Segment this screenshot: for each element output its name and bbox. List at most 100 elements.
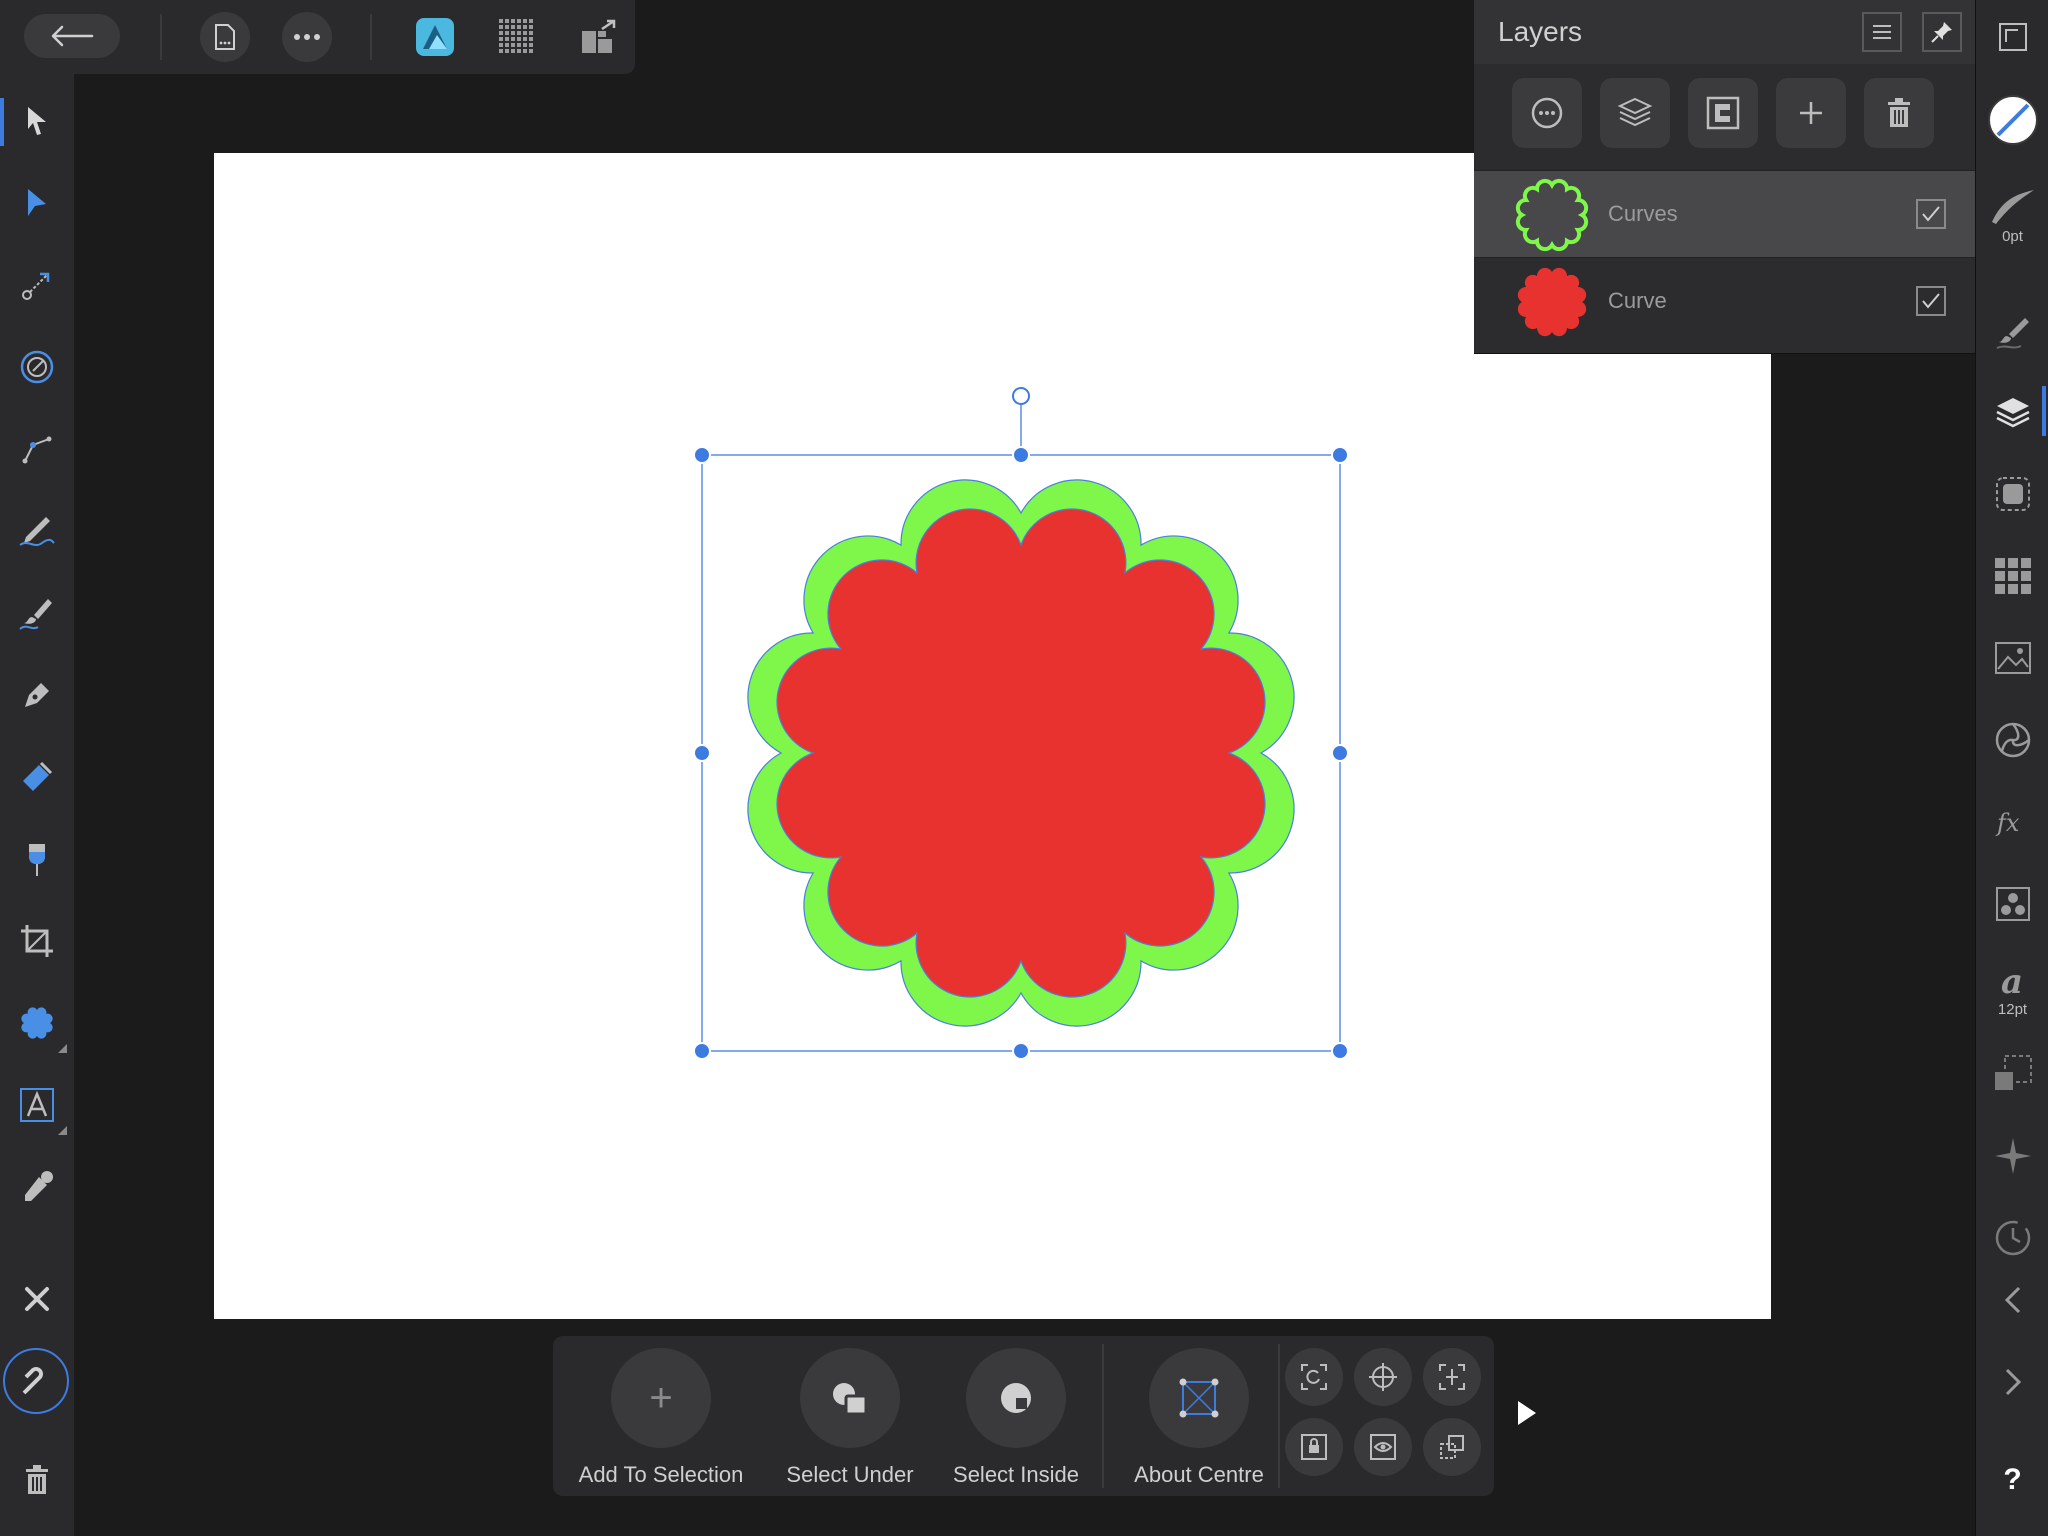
layers-icon [1995,394,2031,430]
mask-layer-button[interactable] [1688,78,1758,148]
toolbar-divider [160,14,162,60]
select-under-icon [830,1380,870,1416]
visibility-checkbox[interactable] [1916,199,1946,229]
transform-objects-button[interactable] [1423,1418,1481,1476]
eye-frame-icon [1368,1432,1398,1462]
layers-studio-button[interactable] [1976,382,2048,442]
node-tool[interactable] [7,173,67,233]
more-circle-icon [1530,96,1564,130]
collapse-studio-button[interactable] [1976,1270,2048,1330]
document-menu-button[interactable] [200,12,250,62]
text-studio-button[interactable]: a 12pt [1976,950,2048,1030]
svg-text:fx: fx [1995,809,2020,837]
color-swatch-button[interactable] [1976,90,2048,150]
fill-tool[interactable] [7,747,67,807]
designer-persona-button[interactable] [410,12,460,62]
add-to-selection-circle: + [611,1348,711,1448]
crop-tool[interactable] [7,911,67,971]
fullscreen-icon [1998,22,2028,52]
fill-pen-tool-icon [19,677,55,713]
layer-row-curve[interactable]: Curve [1474,257,1975,344]
select-under-button[interactable]: Select Under [760,1348,940,1488]
swatches-grid-icon [1994,558,2031,594]
corner-tool[interactable] [7,337,67,397]
plus-icon: + [649,1375,673,1420]
trash-icon [1887,98,1911,128]
add-to-selection-button[interactable]: + Add To Selection [561,1348,761,1488]
layers-stack-icon [1617,96,1653,130]
preview-button[interactable] [1354,1418,1412,1476]
pencil-tool[interactable] [7,501,67,561]
effects-studio-button[interactable]: fx [1976,792,2048,852]
pin-panel-button[interactable] [1922,12,1962,52]
more-menu-button[interactable] [282,12,332,62]
layer-options-button[interactable] [1512,78,1582,148]
stroke-button[interactable]: 0pt [1976,175,2048,255]
navigator-studio-button[interactable] [1976,1126,2048,1186]
handle-bottom [1012,1042,1030,1060]
about-centre-button[interactable]: About Centre [1109,1348,1289,1488]
appearance-icon [1994,475,2032,513]
panel-menu-button[interactable] [1862,12,1902,52]
point-transform-tool-icon [20,268,54,302]
point-transform-tool[interactable] [7,255,67,315]
top-toolbar [0,0,635,74]
layer-row-curves[interactable]: Curves [1474,170,1975,257]
export-persona-icon [580,19,618,55]
visibility-checkbox[interactable] [1916,286,1946,316]
lock-children-button[interactable] [1285,1418,1343,1476]
arrange-studio-button[interactable] [1976,1044,2048,1104]
layer-name: Curve [1608,288,1667,313]
delete-button[interactable] [7,1450,67,1510]
swatches-studio-button[interactable] [1976,546,2048,606]
close-tool-button[interactable] [7,1269,67,1329]
history-studio-button[interactable] [1976,1208,2048,1268]
shape-tool[interactable] [7,993,67,1053]
pixel-persona-button[interactable] [492,12,542,62]
vector-brush-tool-icon [18,595,56,631]
layers-panel-title: Layers [1498,16,1583,47]
transform-studio-button[interactable] [1976,710,2048,770]
view-mode-button[interactable] [1976,12,2048,62]
vector-brush-tool[interactable] [7,583,67,643]
pin-icon [1930,20,1954,44]
snapping-icon [20,1365,52,1397]
expand-studio-button[interactable] [1976,1352,2048,1412]
pen-tool[interactable] [7,419,67,479]
fill-pen-tool[interactable] [7,665,67,725]
arrange-icon [1993,1054,2033,1094]
add-layer-button[interactable] [1600,78,1670,148]
origin-button[interactable] [1354,1348,1412,1406]
rotate-selection-button[interactable] [1285,1348,1343,1406]
transparency-tool[interactable] [7,829,67,889]
delete-layer-button[interactable] [1864,78,1934,148]
snapping-button[interactable] [3,1348,69,1414]
styles-studio-button[interactable] [1976,874,2048,934]
brushes-studio-button[interactable] [1976,302,2048,362]
assets-studio-button[interactable] [1976,628,2048,688]
back-button[interactable] [24,14,120,58]
move-tool[interactable] [7,91,67,151]
expand-context-button[interactable] [1514,1398,1540,1428]
curve-fill-shape[interactable] [776,508,1266,998]
shape-tool-icon [18,1004,56,1042]
styles-icon [1995,886,2031,922]
color-picker-tool[interactable] [7,1157,67,1217]
rotation-handle [1012,387,1030,405]
add-pixel-layer-button[interactable] [1776,78,1846,148]
corner-tool-icon [19,349,55,385]
handle-top [1012,446,1030,464]
align-button[interactable] [1423,1348,1481,1406]
text-tool[interactable] [7,1075,67,1135]
stroke-icon [1988,186,2038,226]
crosshair-icon [1368,1362,1398,1392]
image-icon [1994,641,2032,675]
export-persona-button[interactable] [574,12,624,62]
move-tool-icon [22,104,52,138]
affinity-designer-persona-icon [415,17,455,57]
select-inside-circle [966,1348,1066,1448]
appearance-studio-button[interactable] [1976,464,2048,524]
select-inside-button[interactable]: Select Inside [926,1348,1106,1488]
help-button[interactable]: ? [1976,1450,2048,1510]
text-tool-icon [18,1086,56,1124]
